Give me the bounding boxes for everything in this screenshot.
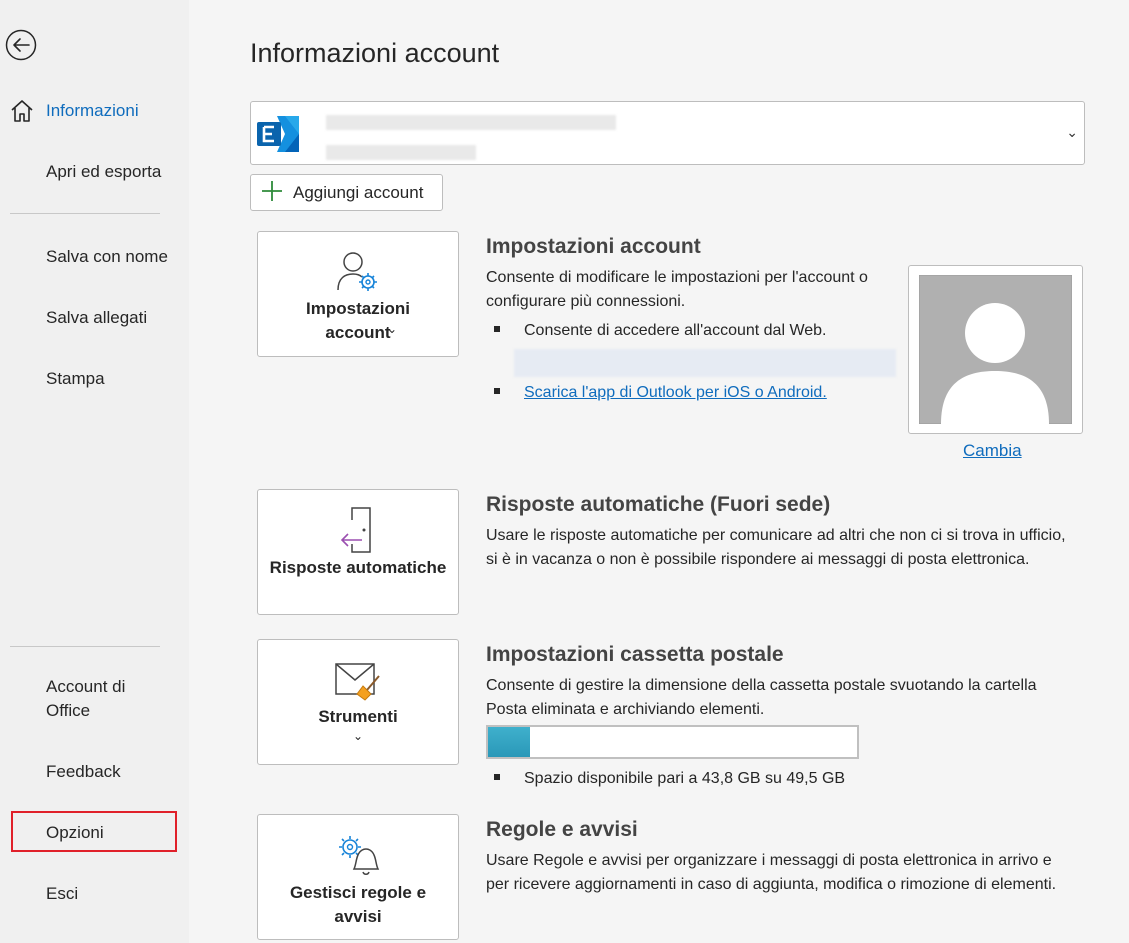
bullet: [494, 326, 500, 332]
redacted-account-email: [326, 145, 476, 160]
sidebar-item-informazioni[interactable]: Informazioni: [46, 99, 139, 123]
sidebar-item-salva-allegati[interactable]: Salva allegati: [46, 306, 147, 330]
sidebar-item-stampa[interactable]: Stampa: [46, 367, 105, 391]
sidebar-item-opzioni[interactable]: Opzioni: [46, 821, 104, 845]
main-content: Informazioni account ⌄ Aggiungi account …: [189, 0, 1129, 943]
account-settings-tile[interactable]: Impostazioni account ⌄: [257, 231, 459, 357]
chevron-down-icon: ⌄: [1066, 124, 1078, 140]
automatic-replies-description: Usare le risposte automatiche per comuni…: [486, 527, 1066, 568]
exchange-icon: [257, 116, 299, 152]
account-settings-description: Consente di modificare le impostazioni p…: [486, 269, 868, 310]
plus-icon: [262, 181, 282, 201]
sidebar-item-account-di-office[interactable]: Account di Office: [46, 675, 156, 723]
avatar-placeholder-icon: [919, 275, 1072, 424]
download-outlook-app-link[interactable]: Scarica l'app di Outlook per iOS o Andro…: [524, 381, 827, 405]
sidebar-divider: [10, 646, 160, 647]
rules-alerts-tile[interactable]: Gestisci regole e avvisi: [257, 814, 459, 940]
storage-available-text: Spazio disponibile pari a 43,8 GB su 49,…: [524, 770, 846, 787]
automatic-replies-title: Risposte automatiche (Fuori sede): [486, 493, 831, 516]
mailbox-storage-fill: [488, 727, 531, 757]
backstage-sidebar: Informazioni Apri ed esporta Salva con n…: [0, 0, 189, 943]
account-web-access-text: Consente di accedere all'account dal Web…: [524, 322, 827, 339]
automatic-replies-tile-label: Risposte automatiche: [269, 558, 447, 577]
bullet: [494, 774, 500, 780]
add-account-button[interactable]: Aggiungi account: [250, 174, 443, 211]
rules-alerts-title: Regole e avvisi: [486, 818, 638, 841]
chevron-down-icon: ⌄: [353, 729, 364, 743]
rules-alerts-tile-label: Gestisci regole e avvisi: [289, 883, 427, 926]
account-settings-title: Impostazioni account: [486, 235, 701, 258]
mailbox-storage-bar: [486, 725, 859, 759]
chevron-down-icon: ⌄: [387, 322, 398, 336]
sidebar-item-salva-con-nome[interactable]: Salva con nome: [46, 245, 168, 269]
profile-photo-frame: [908, 265, 1083, 434]
rules-alerts-description: Usare Regole e avvisi per organizzare i …: [486, 852, 1057, 893]
mailbox-tools-tile-label: Strumenti: [318, 707, 398, 726]
door-arrow-icon: [340, 507, 371, 553]
page-title: Informazioni account: [250, 38, 500, 68]
back-arrow-icon: [5, 29, 37, 61]
add-account-label: Aggiungi account: [293, 183, 424, 202]
automatic-replies-tile[interactable]: Risposte automatiche: [257, 489, 459, 615]
home-icon: [11, 100, 33, 122]
back-button[interactable]: [5, 29, 37, 61]
account-selector[interactable]: ⌄: [250, 101, 1085, 165]
mailbox-settings-title: Impostazioni cassetta postale: [486, 643, 784, 666]
mailbox-tools-tile[interactable]: Strumenti ⌄: [257, 639, 459, 765]
sidebar-item-apri-ed-esporta[interactable]: Apri ed esporta: [46, 160, 161, 184]
redacted-account-name: [326, 115, 616, 130]
sidebar-divider: [10, 213, 160, 214]
mailbox-broom-icon: [335, 663, 380, 701]
sidebar-item-feedback[interactable]: Feedback: [46, 760, 121, 784]
change-photo-link[interactable]: Cambia: [963, 441, 1022, 461]
gear-bell-icon: [339, 836, 380, 875]
mailbox-settings-description: Consente di gestire la dimensione della …: [486, 677, 1037, 718]
user-gear-icon: [337, 252, 377, 291]
sidebar-item-esci[interactable]: Esci: [46, 882, 78, 906]
bullet: [494, 388, 500, 394]
redacted-web-url: [514, 349, 896, 377]
account-settings-tile-label: Impostazioni account: [306, 299, 410, 342]
